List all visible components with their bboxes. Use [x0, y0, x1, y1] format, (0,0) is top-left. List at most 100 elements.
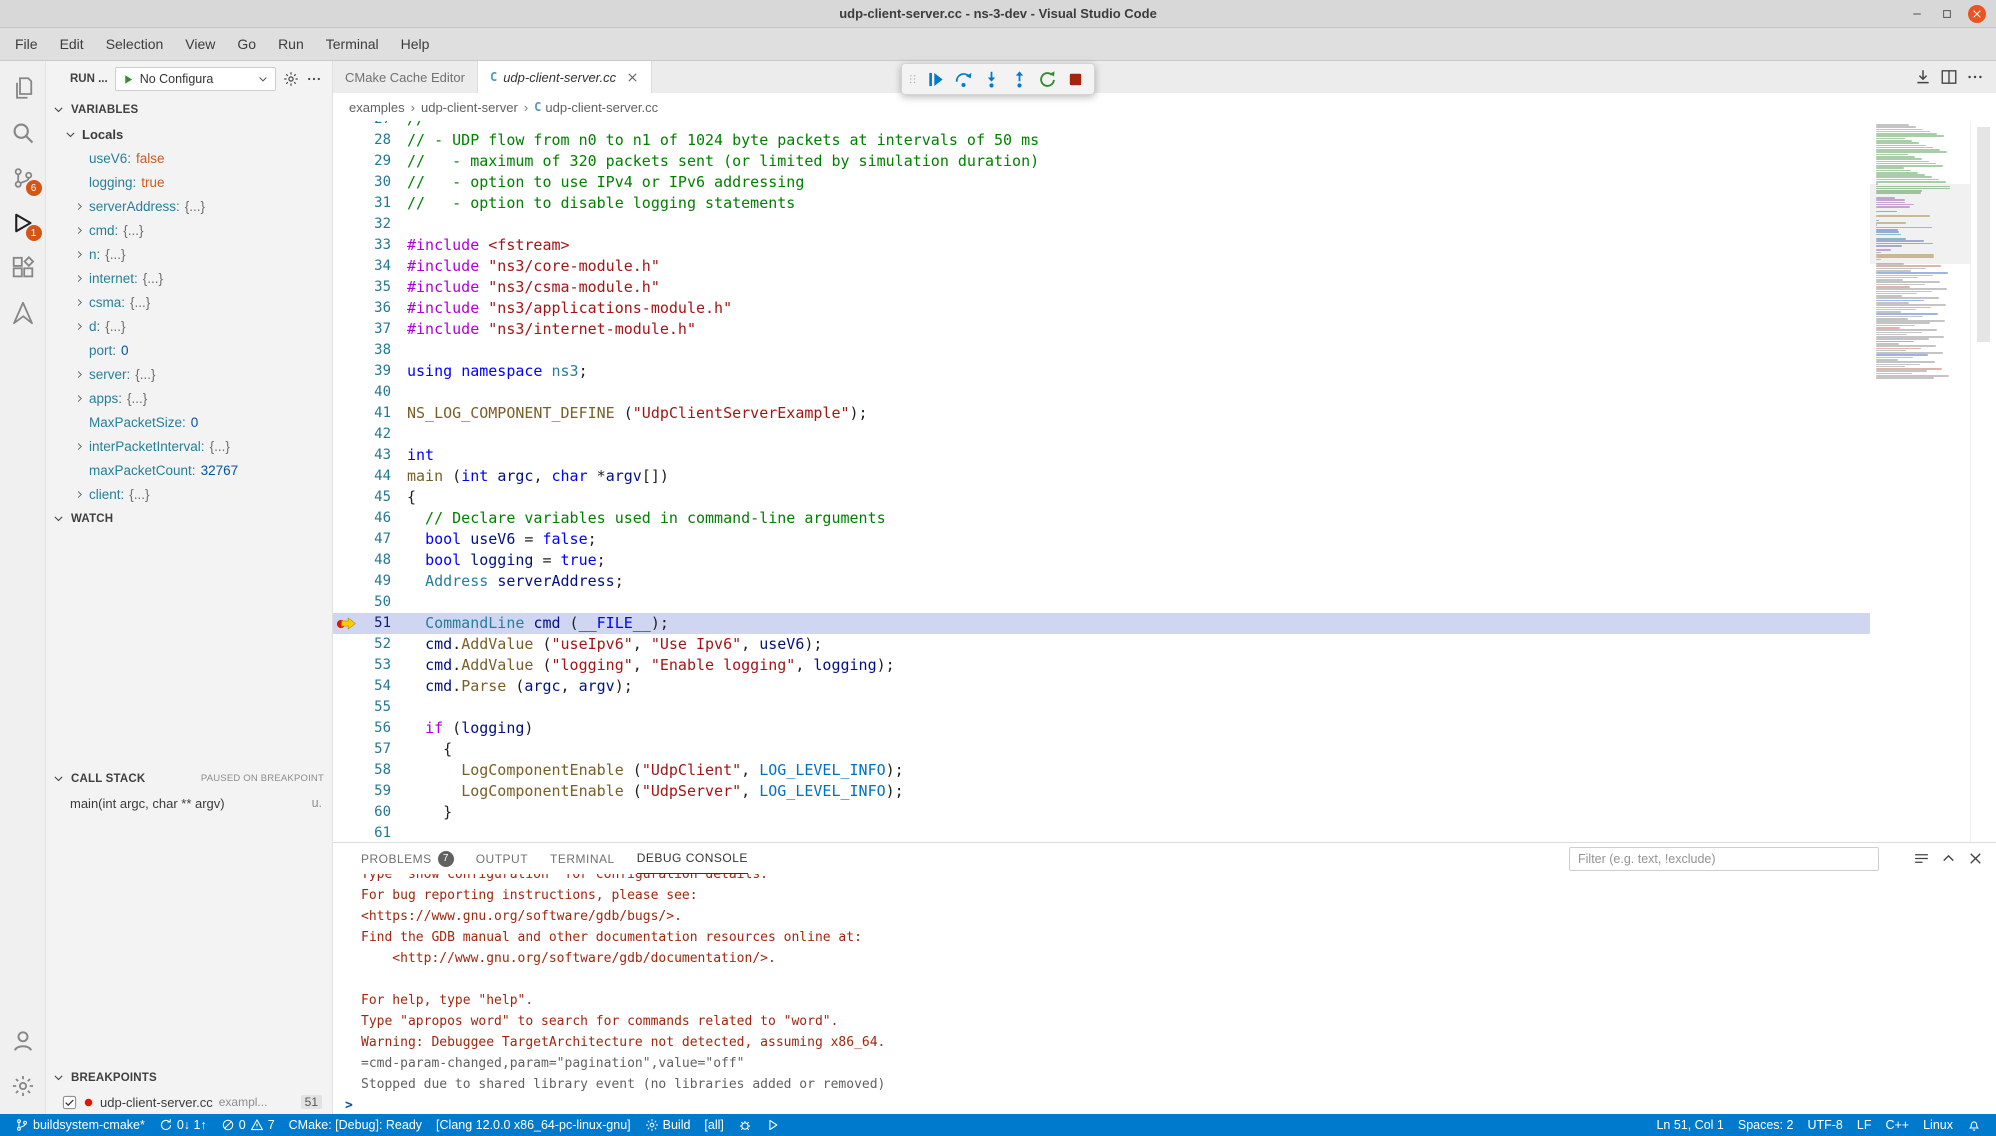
debug-config-dropdown[interactable]: No Configura: [115, 67, 276, 91]
debug-toolbar[interactable]: [901, 63, 1095, 95]
glyph-margin[interactable]: [333, 613, 361, 634]
code-line-49[interactable]: 49 Address serverAddress;: [333, 571, 1870, 592]
code-line-50[interactable]: 50: [333, 592, 1870, 613]
glyph-margin[interactable]: [333, 676, 361, 697]
step-over-button[interactable]: [949, 65, 977, 93]
glyph-margin[interactable]: [333, 340, 361, 361]
scope-locals[interactable]: Locals: [46, 122, 332, 146]
code-line-44[interactable]: 44main (int argc, char *argv[]): [333, 466, 1870, 487]
variable-row[interactable]: apps:{...}: [46, 386, 332, 410]
menu-view[interactable]: View: [174, 28, 226, 60]
glyph-margin[interactable]: [333, 529, 361, 550]
variable-row[interactable]: cmd:{...}: [46, 218, 332, 242]
glyph-margin[interactable]: [333, 193, 361, 214]
status-cmake-build[interactable]: Build: [638, 1114, 698, 1136]
variable-row[interactable]: d:{...}: [46, 314, 332, 338]
maximize-button[interactable]: [1938, 5, 1956, 23]
minimap[interactable]: [1870, 121, 1970, 842]
glyph-margin[interactable]: [333, 739, 361, 760]
activity-accounts[interactable]: [0, 1018, 46, 1063]
variable-row[interactable]: maxPacketCount:32767: [46, 458, 332, 482]
tab-cmake-cache-editor[interactable]: CMake Cache Editor: [333, 61, 478, 93]
glyph-margin[interactable]: [333, 151, 361, 172]
glyph-margin[interactable]: [333, 424, 361, 445]
panel-tab-problems[interactable]: PROBLEMS7: [361, 843, 454, 874]
code-line-55[interactable]: 55: [333, 697, 1870, 718]
variable-row[interactable]: server:{...}: [46, 362, 332, 386]
code-line-52[interactable]: 52 cmd.AddValue ("useIpv6", "Use Ipv6", …: [333, 634, 1870, 655]
code-line-42[interactable]: 42: [333, 424, 1870, 445]
code-line-37[interactable]: 37#include "ns3/internet-module.h": [333, 319, 1870, 340]
glyph-margin[interactable]: [333, 571, 361, 592]
stop-button[interactable]: [1061, 65, 1089, 93]
status-encoding[interactable]: UTF-8: [1800, 1114, 1849, 1136]
code-line-35[interactable]: 35#include "ns3/csma-module.h": [333, 277, 1870, 298]
breadcrumb-item[interactable]: Cudp-client-server.cc: [534, 100, 658, 115]
status-git-branch[interactable]: buildsystem-cmake*: [8, 1114, 152, 1136]
status-eol[interactable]: LF: [1850, 1114, 1879, 1136]
code-line-29[interactable]: 29// - maximum of 320 packets sent (or l…: [333, 151, 1870, 172]
status-os[interactable]: Linux: [1916, 1114, 1960, 1136]
glyph-margin[interactable]: [333, 172, 361, 193]
glyph-margin[interactable]: [333, 487, 361, 508]
variables-header[interactable]: VARIABLES: [46, 97, 332, 122]
code-line-61[interactable]: 61: [333, 823, 1870, 842]
glyph-margin[interactable]: [333, 802, 361, 823]
breakpoints-header[interactable]: BREAKPOINTS: [46, 1065, 332, 1090]
status-cmake-kit[interactable]: [Clang 12.0.0 x86_64-pc-linux-gnu]: [429, 1114, 638, 1136]
variable-row[interactable]: port:0: [46, 338, 332, 362]
glyph-margin[interactable]: [333, 403, 361, 424]
menu-edit[interactable]: Edit: [49, 28, 95, 60]
panel-tab-terminal[interactable]: TERMINAL: [550, 843, 615, 874]
code-line-38[interactable]: 38: [333, 340, 1870, 361]
glyph-margin[interactable]: [333, 634, 361, 655]
activity-settings[interactable]: [0, 1063, 46, 1108]
glyph-margin[interactable]: [333, 130, 361, 151]
glyph-margin[interactable]: [333, 697, 361, 718]
run-panel-more-icon[interactable]: [306, 71, 322, 87]
glyph-margin[interactable]: [333, 214, 361, 235]
close-button[interactable]: [1968, 5, 1986, 23]
variable-row[interactable]: interPacketInterval:{...}: [46, 434, 332, 458]
glyph-margin[interactable]: [333, 319, 361, 340]
code-line-51[interactable]: 51 CommandLine cmd (__FILE__);: [333, 613, 1870, 634]
status-problems[interactable]: 07: [214, 1114, 282, 1136]
variable-row[interactable]: MaxPacketSize:0: [46, 410, 332, 434]
launch-settings-gear-icon[interactable]: [283, 71, 299, 87]
variable-row[interactable]: internet:{...}: [46, 266, 332, 290]
menu-terminal[interactable]: Terminal: [315, 28, 390, 60]
panel-tab-debug-console[interactable]: DEBUG CONSOLE: [637, 843, 748, 874]
code-line-40[interactable]: 40: [333, 382, 1870, 403]
status-cursor-position[interactable]: Ln 51, Col 1: [1649, 1114, 1730, 1136]
status-notifications[interactable]: [1960, 1114, 1988, 1136]
breakpoint-checkbox[interactable]: [62, 1095, 77, 1110]
console-options-icon[interactable]: [1913, 850, 1930, 867]
code-line-41[interactable]: 41NS_LOG_COMPONENT_DEFINE ("UdpClientSer…: [333, 403, 1870, 424]
variable-row[interactable]: logging:true: [46, 170, 332, 194]
code-editor[interactable]: 27//28// - UDP flow from n0 to n1 of 102…: [333, 121, 1996, 842]
glyph-margin[interactable]: [333, 277, 361, 298]
breadcrumb-item[interactable]: udp-client-server: [421, 100, 518, 115]
variable-row[interactable]: n:{...}: [46, 242, 332, 266]
code-line-34[interactable]: 34#include "ns3/core-module.h": [333, 256, 1870, 277]
code-line-39[interactable]: 39using namespace ns3;: [333, 361, 1870, 382]
code-line-53[interactable]: 53 cmd.AddValue ("logging", "Enable logg…: [333, 655, 1870, 676]
code-line-59[interactable]: 59 LogComponentEnable ("UdpServer", LOG_…: [333, 781, 1870, 802]
minimize-button[interactable]: [1908, 5, 1926, 23]
watch-header[interactable]: WATCH: [46, 506, 332, 531]
status-cmake-debug[interactable]: [731, 1114, 759, 1136]
code-line-60[interactable]: 60 }: [333, 802, 1870, 823]
variable-row[interactable]: csma:{...}: [46, 290, 332, 314]
glyph-margin[interactable]: [333, 592, 361, 613]
code-line-58[interactable]: 58 LogComponentEnable ("UdpClient", LOG_…: [333, 760, 1870, 781]
restart-button[interactable]: [1033, 65, 1061, 93]
menu-go[interactable]: Go: [226, 28, 267, 60]
code-line-46[interactable]: 46 // Declare variables used in command-…: [333, 508, 1870, 529]
menu-selection[interactable]: Selection: [95, 28, 175, 60]
glyph-margin[interactable]: [333, 445, 361, 466]
code-line-32[interactable]: 32: [333, 214, 1870, 235]
code-line-33[interactable]: 33#include <fstream>: [333, 235, 1870, 256]
more-actions-icon[interactable]: [1966, 68, 1984, 86]
code-line-57[interactable]: 57 {: [333, 739, 1870, 760]
toolbar-grip-icon[interactable]: [907, 71, 919, 87]
